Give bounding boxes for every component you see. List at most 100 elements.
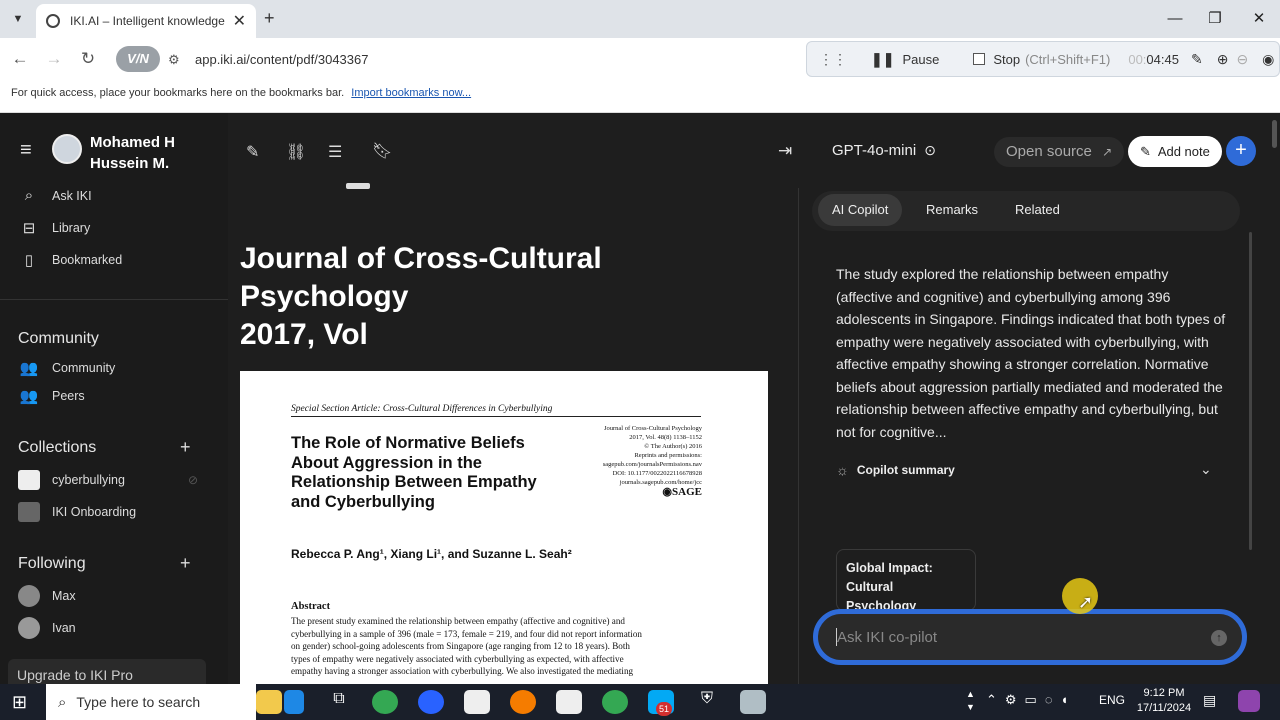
edit-icon[interactable]: ✎	[246, 142, 259, 162]
close-window-icon[interactable]: ✕	[1236, 6, 1280, 32]
copilot-summary-header[interactable]: ☼ Copilot summary	[836, 462, 955, 478]
add-icon[interactable]: +	[1226, 136, 1256, 166]
expand-chevron-icon[interactable]: ⌄	[1200, 461, 1212, 478]
model-selector[interactable]: GPT-4o-mini ⊙	[832, 142, 936, 159]
new-tab-button[interactable]: +	[264, 8, 275, 29]
related-card[interactable]: Global Impact: Cultural Psychology	[836, 549, 976, 611]
collection-item-iki-onboarding[interactable]: IKI Onboarding	[18, 502, 136, 522]
notifications-icon[interactable]: ▤	[1203, 692, 1216, 709]
tab-ai-copilot[interactable]: AI Copilot	[818, 194, 903, 226]
sidebar-item-community[interactable]: 👥 Community	[18, 359, 116, 377]
clock[interactable]: 9:12 PM 17/11/2024	[1132, 686, 1196, 716]
playlist-icon[interactable]: ☰	[328, 142, 342, 162]
capcut-icon[interactable]	[464, 690, 490, 714]
taskbar-scroll-icon[interactable]: ▲ ▼	[966, 688, 975, 714]
divider	[0, 299, 228, 300]
reload-icon[interactable]: ↻	[74, 46, 102, 72]
following-item-max[interactable]: Max	[18, 585, 76, 607]
open-source-button[interactable]: Open source ↗	[994, 137, 1125, 167]
pause-label[interactable]: Pause	[902, 52, 939, 67]
shield-icon[interactable]: ⛨	[694, 690, 720, 714]
panel-scrollbar[interactable]	[1249, 232, 1252, 550]
sidebar-item-peers[interactable]: 👥 Peers	[18, 387, 85, 405]
ask-placeholder: Ask IKI co-pilot	[837, 629, 938, 646]
collections-header: Collections	[18, 439, 97, 456]
forward-icon[interactable]: →	[40, 46, 68, 72]
stop-icon[interactable]	[973, 53, 986, 65]
tab-search-chevron-icon[interactable]: ▼	[8, 8, 28, 30]
app-icon-blue[interactable]	[284, 690, 304, 714]
add-collection-icon[interactable]: +	[180, 437, 191, 458]
mouse-pointer-icon: ➚	[1078, 592, 1094, 612]
abstract-heading: Abstract	[291, 601, 331, 612]
ask-copilot-field[interactable]: Ask IKI co-pilot ↑	[813, 609, 1247, 665]
pen-icon[interactable]: ✎	[1191, 51, 1203, 68]
bookmark-icon[interactable]: 🔖︎	[372, 141, 392, 161]
add-following-icon[interactable]: +	[180, 553, 191, 574]
avatar[interactable]	[52, 134, 82, 164]
drag-handle-icon[interactable]: ⋮⋮	[819, 51, 847, 68]
zoom-out-icon[interactable]: ⊖	[1236, 51, 1248, 68]
notification-badge: 51	[656, 702, 673, 716]
zoom-in-icon[interactable]: ⊕	[1217, 51, 1229, 68]
summary-text: The study explored the relationship betw…	[836, 266, 1226, 440]
user-name[interactable]: Mohamed H Hussein M.	[90, 132, 175, 174]
app-window-icon[interactable]	[740, 690, 766, 714]
language-indicator[interactable]: ENG	[1099, 693, 1125, 707]
hidden-eye-icon[interactable]: ⊘	[188, 473, 198, 487]
scroll-handle[interactable]	[346, 183, 370, 189]
timer-prefix: 00:	[1128, 51, 1147, 67]
import-bookmarks-link[interactable]: Import bookmarks now...	[351, 87, 471, 99]
vpn-badge[interactable]: V/N	[116, 46, 160, 72]
paper-authors: Rebecca P. Ang¹, Xiang Li¹, and Suzanne …	[291, 547, 572, 561]
copilot-icon[interactable]	[1238, 690, 1260, 712]
collection-item-cyberbullying[interactable]: cyberbullying ⊘	[18, 470, 198, 490]
stop-label[interactable]: Stop	[993, 52, 1020, 67]
pdf-page[interactable]: Special Section Article: Cross-Cultural …	[240, 371, 768, 684]
collection-label: cyberbullying	[52, 473, 125, 487]
sidebar-item-library[interactable]: ⊟ Library	[18, 219, 91, 237]
clock-time: 9:12 PM	[1143, 687, 1185, 699]
windows-start-icon[interactable]: ⊞	[12, 692, 27, 713]
app-sigma-icon[interactable]	[418, 690, 444, 714]
taskbar-search[interactable]: ⌕ Type here to search	[46, 684, 256, 720]
menu-icon[interactable]: ≡	[20, 140, 40, 160]
abstract-line: on gender) school-going adolescents from…	[291, 641, 630, 651]
tab-title: IKI.AI – Intelligent knowledge Ir	[70, 14, 227, 28]
browser-tab[interactable]: IKI.AI – Intelligent knowledge Ir ✕	[36, 4, 256, 38]
paper-title-line: The Role of Normative Beliefs	[291, 434, 525, 452]
capcut-icon-2[interactable]	[556, 690, 582, 714]
title-line2: Psychology	[240, 280, 409, 313]
following-item-ivan[interactable]: Ivan	[18, 617, 76, 639]
paper-title-line: Relationship Between Empathy	[291, 473, 537, 491]
section-label: Special Section Article: Cross-Cultural …	[291, 404, 701, 417]
site-settings-icon[interactable]: ⚙	[168, 52, 180, 68]
add-note-button[interactable]: ✎ Add note	[1128, 136, 1222, 167]
tab-related[interactable]: Related	[1001, 194, 1074, 226]
send-icon[interactable]: ↑	[1211, 630, 1227, 646]
task-view-icon[interactable]: ⧉	[326, 690, 352, 714]
eye-icon[interactable]: ◉	[1262, 51, 1274, 68]
notepad-app-icon[interactable]	[256, 690, 282, 714]
lightbulb-icon: ☼	[836, 462, 849, 478]
browser-orange-icon[interactable]	[510, 690, 536, 714]
url-field[interactable]: app.iki.ai/content/pdf/3043367	[195, 52, 368, 67]
maximize-icon[interactable]: ❐	[1192, 6, 1238, 32]
sidebar-item-ask-iki[interactable]: ⌕ Ask IKI	[18, 187, 92, 205]
chrome-icon-2[interactable]	[602, 690, 628, 714]
sidebar: ≡ Mohamed H Hussein M. ⌕ Ask IKI ⊟ Libra…	[0, 113, 228, 693]
divider	[798, 188, 799, 684]
clock-date: 17/11/2024	[1136, 702, 1192, 714]
sidebar-item-bookmarked[interactable]: ▯ Bookmarked	[18, 251, 122, 269]
system-tray-icons[interactable]: ⌃⚙▭◌◖	[986, 692, 1076, 708]
link-icon[interactable]: ⛓	[286, 142, 306, 162]
back-icon[interactable]: ←	[6, 46, 34, 72]
page-scrollbar[interactable]	[1272, 120, 1277, 148]
pause-icon[interactable]: ❚❚	[871, 51, 894, 68]
chrome-icon[interactable]	[372, 690, 398, 714]
close-tab-icon[interactable]: ✕	[233, 11, 246, 31]
globe-icon	[46, 14, 60, 28]
tab-remarks[interactable]: Remarks	[912, 194, 992, 226]
search-icon: ⌕	[58, 693, 67, 711]
collapse-panel-icon[interactable]: ⇥	[778, 141, 792, 161]
